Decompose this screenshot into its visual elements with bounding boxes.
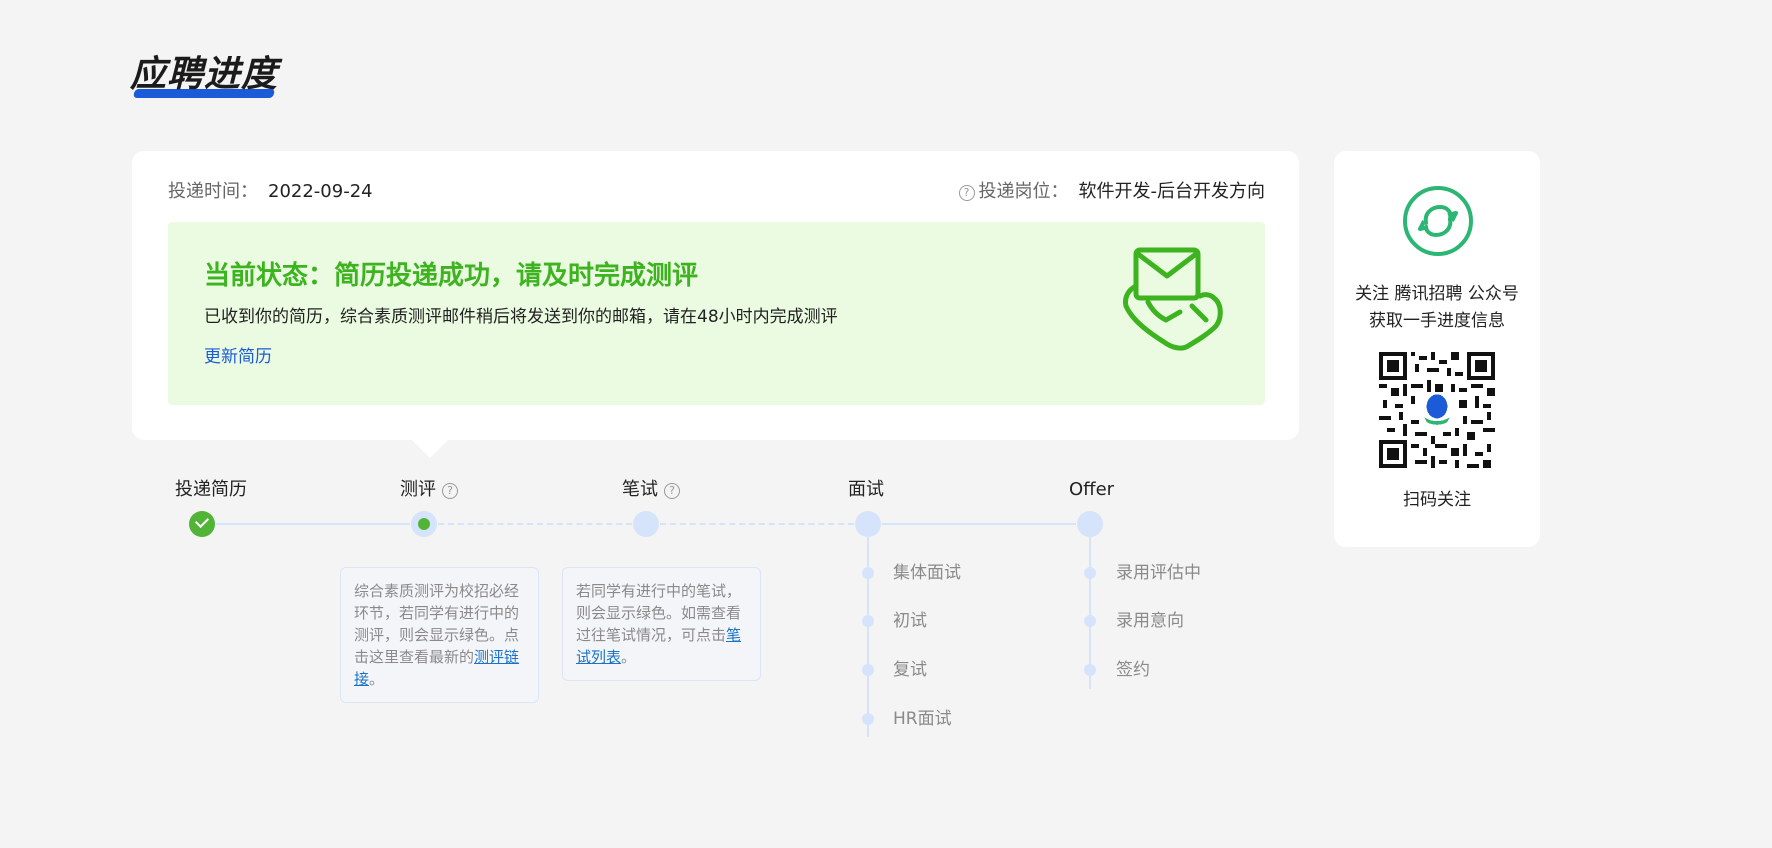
card-pointer [412,440,448,458]
follow-line-2: 获取一手进度信息 [1369,311,1505,331]
mail-in-hand-icon [1123,247,1223,351]
written-test-tip: 若同学有进行中的笔试，则会显示绿色。如需查看过往笔试情况，可点击笔试列表。 [562,567,761,681]
interview-substep: HR面试 [893,709,952,729]
substep-dot [862,664,874,676]
position-value: 软件开发-后台开发方向 [1078,181,1266,202]
written-test-tip-suffix: 。 [621,648,637,666]
help-icon[interactable]: ? [958,185,975,201]
qr-code[interactable] [1379,352,1495,468]
interview-substep: 集体面试 [893,563,961,583]
offer-substep: 录用评估中 [1116,563,1201,583]
step-written-test: 笔试? [622,478,680,502]
substep-dot [1084,664,1096,676]
assessment-tip-suffix: 。 [369,670,385,688]
step-label: Offer [1069,479,1115,500]
step-interview: 面试 [848,478,884,502]
step-done-check-icon [189,511,215,537]
step-label: 投递简历 [175,479,247,500]
progress-steps: 投递简历 测评? 笔试? 面试 Offer 综合素质测评为校招必经环节，若同学有… [0,470,1300,770]
update-resume-link[interactable]: 更新简历 [204,344,272,370]
interview-substep: 复试 [893,660,927,680]
help-icon[interactable]: ? [442,483,458,499]
progress-line [216,523,410,525]
step-current-node [411,511,437,537]
position-label: 投递岗位： [978,181,1069,202]
applied-position: ? 投递岗位： 软件开发-后台开发方向 [958,179,1266,205]
submit-date: 投递时间： 2022-09-24 [168,179,373,205]
submit-date-value: 2022-09-24 [268,181,373,202]
substep-dot [862,615,874,627]
tencent-recruit-logo-icon [1403,186,1473,256]
interview-substep: 初试 [893,611,927,631]
help-icon[interactable]: ? [664,483,680,499]
progress-line-dashed [438,523,632,525]
step-label: 笔试 [622,479,658,500]
step-pending-node [633,511,659,537]
submit-date-label: 投递时间： [168,181,258,202]
assessment-tip: 综合素质测评为校招必经环节，若同学有进行中的测评，则会显示绿色。点击这里查看最新… [340,567,539,703]
status-panel: 当前状态：简历投递成功，请及时完成测评 已收到你的简历，综合素质测评邮件稍后将发… [168,222,1265,405]
follow-line-1: 关注 腾讯招聘 公众号 [1355,284,1519,304]
step-label: 测评 [400,479,436,500]
step-submit-resume: 投递简历 [175,478,247,502]
status-description: 已收到你的简历，综合素质测评邮件稍后将发送到你的邮箱，请在48小时内完成测评 [204,307,838,327]
application-meta: 投递时间： 2022-09-24 ? 投递岗位： 软件开发-后台开发方向 [168,179,1265,205]
page-title: 应聘进度 [130,50,278,100]
offer-substep: 签约 [1116,660,1150,680]
page-title-text: 应聘进度 [130,54,279,95]
progress-line [882,523,1076,525]
offer-substep: 录用意向 [1116,611,1184,631]
status-title: 当前状态：简历投递成功，请及时完成测评 [204,261,699,291]
step-assessment: 测评? [400,478,458,502]
substep-dot [862,567,874,579]
follow-text: 关注 腾讯招聘 公众号 获取一手进度信息 [1334,281,1540,335]
step-pending-node [1077,511,1103,537]
substep-dot [1084,615,1096,627]
scan-label: 扫码关注 [1403,490,1471,510]
application-card: 投递时间： 2022-09-24 ? 投递岗位： 软件开发-后台开发方向 当前状态：简… [132,151,1299,458]
step-pending-node [855,511,881,537]
progress-line-dashed [660,523,854,525]
substep-dot [1084,567,1096,579]
step-offer: Offer [1069,478,1114,502]
substep-dot [862,713,874,725]
written-test-tip-text: 若同学有进行中的笔试，则会显示绿色。如需查看过往笔试情况，可点击 [576,582,742,644]
step-label: 面试 [848,479,884,500]
wechat-follow-card: 关注 腾讯招聘 公众号 获取一手进度信息 扫码关注 [1334,151,1540,547]
